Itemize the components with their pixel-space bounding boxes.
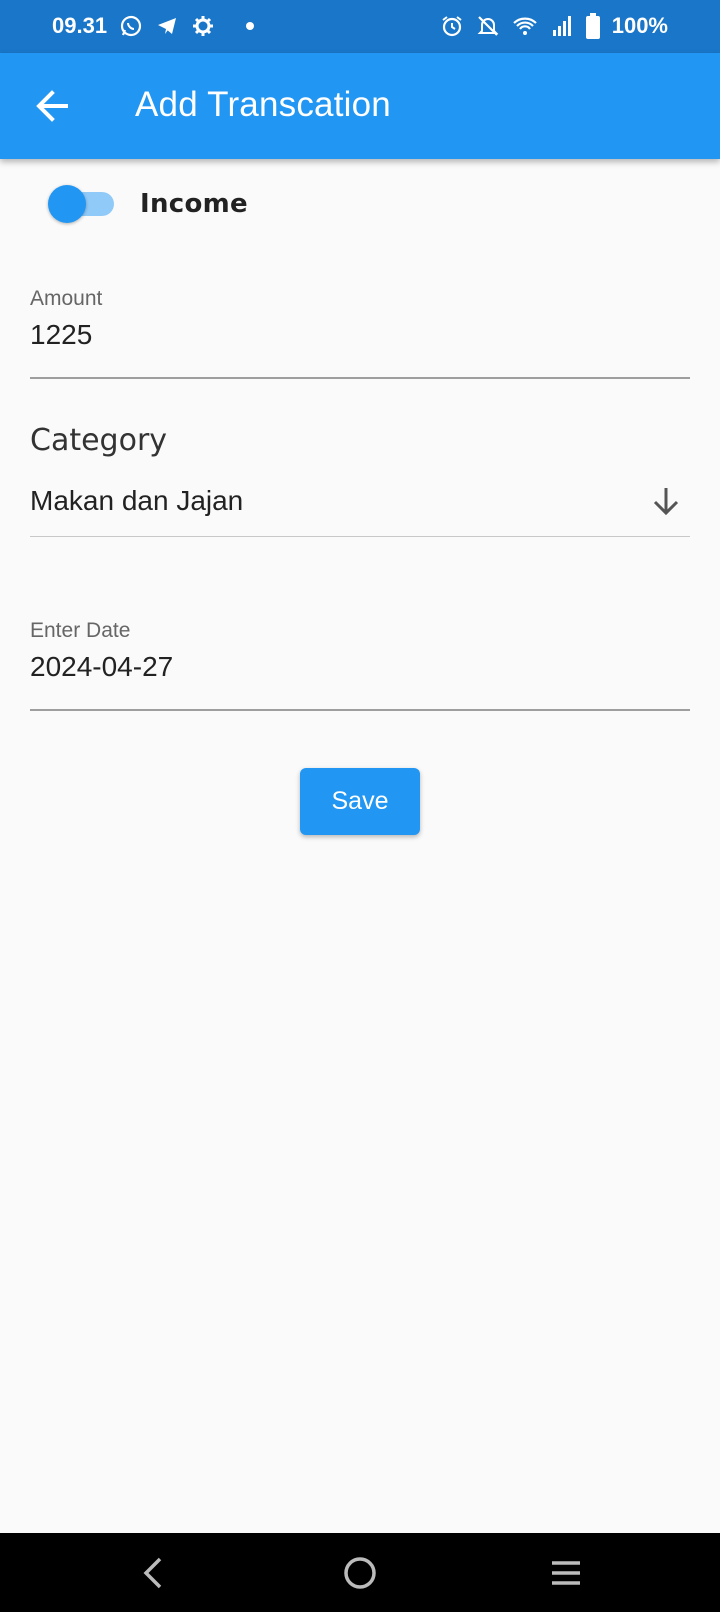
amount-label: Amount bbox=[30, 287, 103, 310]
telegram-icon bbox=[155, 14, 179, 38]
status-left-group: 09.31 bbox=[52, 13, 255, 39]
signal-icon bbox=[550, 14, 574, 38]
nav-menu-icon[interactable] bbox=[544, 1551, 588, 1595]
date-value[interactable]: 2024-04-27 bbox=[30, 651, 690, 691]
battery-icon bbox=[585, 13, 600, 39]
status-right-group: 100% bbox=[440, 13, 668, 39]
arrow-back-icon[interactable] bbox=[30, 83, 76, 129]
alarm-icon bbox=[440, 14, 464, 38]
nav-home-icon[interactable] bbox=[338, 1551, 382, 1595]
save-button[interactable]: Save bbox=[300, 768, 420, 835]
notification-dot-icon bbox=[245, 21, 255, 31]
battery-percentage: 100% bbox=[611, 13, 668, 38]
income-toggle-label: Income bbox=[140, 189, 248, 219]
status-time: 09.31 bbox=[52, 13, 108, 38]
page-title: Add Transcation bbox=[135, 85, 391, 124]
category-label: Category bbox=[30, 423, 168, 458]
date-field[interactable]: Enter Date 2024-04-27 bbox=[30, 619, 690, 711]
status-bar: 09.31 100% bbox=[0, 0, 720, 53]
wifi-icon bbox=[512, 14, 538, 38]
notifications-off-icon bbox=[476, 14, 500, 38]
app-bar: Add Transcation bbox=[0, 53, 720, 159]
nav-back-icon[interactable] bbox=[132, 1551, 176, 1595]
whatsapp-icon bbox=[119, 14, 143, 38]
category-selected-value: Makan dan Jajan bbox=[30, 485, 244, 516]
income-switch-row: Income bbox=[48, 185, 248, 223]
arrow-downward-icon bbox=[648, 483, 684, 519]
system-nav-bar bbox=[0, 1533, 720, 1612]
date-label: Enter Date bbox=[30, 619, 131, 642]
settings-gear-icon bbox=[191, 14, 215, 38]
toggle-thumb bbox=[48, 185, 86, 223]
amount-field[interactable]: Amount 1225 bbox=[30, 287, 690, 379]
category-dropdown[interactable]: Makan dan Jajan bbox=[30, 475, 690, 537]
amount-value[interactable]: 1225 bbox=[30, 319, 690, 359]
income-toggle[interactable] bbox=[48, 185, 116, 223]
